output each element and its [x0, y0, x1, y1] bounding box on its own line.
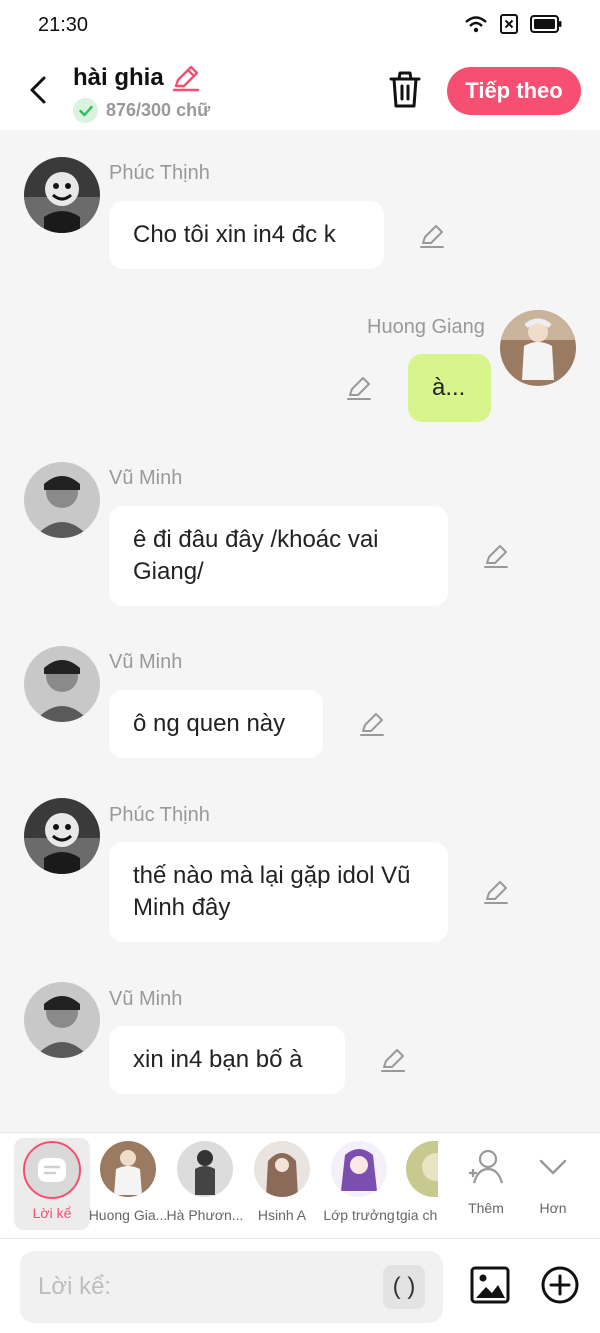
back-button[interactable]: [20, 70, 56, 110]
add-icon[interactable]: [540, 1265, 580, 1305]
edit-message-icon[interactable]: [346, 375, 372, 401]
image-icon[interactable]: [470, 1265, 510, 1305]
sender-name: Phúc Thịnh: [109, 804, 210, 826]
action-paren-button[interactable]: ( ): [383, 1265, 425, 1309]
message-bubble[interactable]: à...: [408, 354, 491, 422]
character-bar: Lời kể Huong Gia... Hà Phươn... Hsinh A …: [0, 1132, 600, 1238]
status-icons: [464, 14, 562, 34]
character-label: tgia ch: [396, 1207, 438, 1223]
wifi-icon: [465, 16, 487, 33]
avatar: [406, 1141, 438, 1197]
sender-name: Phúc Thịnh: [109, 162, 210, 184]
message-bubble[interactable]: ê đi đâu đây /khoác vai Giang/: [109, 506, 448, 606]
sender-name: Vũ Minh: [109, 467, 183, 489]
message-bubble[interactable]: thế nào mà lại gặp idol Vũ Minh đây: [109, 842, 448, 942]
status-time: 21:30: [38, 14, 89, 36]
narrator-icon: [23, 1141, 81, 1199]
edit-title-icon[interactable]: [172, 64, 200, 92]
avatar-phuc-thinh[interactable]: [24, 798, 100, 874]
edit-message-icon[interactable]: [483, 543, 509, 569]
chat-area: Phúc Thịnh Cho tôi xin in4 đc k Huong Gi…: [0, 130, 600, 1132]
next-button[interactable]: Tiếp theo: [447, 67, 581, 115]
message-input-wrap: ( ): [20, 1251, 443, 1323]
story-title[interactable]: hài ghia: [73, 64, 164, 92]
counter-text: 876/300 chữ: [106, 100, 211, 120]
add-person-icon: [469, 1149, 504, 1184]
edit-message-icon[interactable]: [380, 1047, 406, 1073]
avatar: [331, 1141, 387, 1197]
chevron-down-icon: [539, 1159, 567, 1175]
character-label: Hà Phươn...: [166, 1207, 244, 1223]
avatar: [100, 1141, 156, 1197]
avatar-huong-giang[interactable]: [500, 310, 576, 386]
story-header: hài ghia 876/300 chữ Tiếp theo: [0, 52, 600, 130]
chevron-left-icon: [30, 76, 46, 104]
edit-message-icon[interactable]: [419, 223, 445, 249]
check-icon: [73, 98, 98, 123]
sender-name: Vũ Minh: [109, 651, 183, 673]
input-bar: ( ): [0, 1238, 600, 1333]
word-counter: 876/300 chữ: [73, 98, 210, 123]
message-bubble[interactable]: Cho tôi xin in4 đc k: [109, 201, 384, 269]
character-narrator[interactable]: Lời kể: [14, 1138, 90, 1230]
character-item[interactable]: Lớp trưởng: [319, 1141, 399, 1223]
character-label: Lời kể: [32, 1205, 72, 1221]
message-bubble[interactable]: xin in4 bạn bố à: [109, 1026, 345, 1094]
avatar-vu-minh[interactable]: [24, 646, 100, 722]
sender-name: Huong Giang: [367, 316, 485, 338]
status-bar: 21:30: [0, 0, 600, 52]
edit-message-icon[interactable]: [359, 711, 385, 737]
avatar-vu-minh[interactable]: [24, 462, 100, 538]
message-input[interactable]: [38, 1251, 378, 1323]
more-label: Hơn: [539, 1200, 567, 1216]
character-item[interactable]: Hà Phươn...: [165, 1141, 245, 1223]
avatar-phuc-thinh[interactable]: [24, 157, 100, 233]
character-label: Huong Gia...: [88, 1207, 168, 1223]
no-sim-icon: [500, 14, 518, 34]
avatar: [177, 1141, 233, 1197]
character-label: Lớp trưởng: [323, 1207, 395, 1223]
edit-message-icon[interactable]: [483, 879, 509, 905]
avatar: [254, 1141, 310, 1197]
character-item[interactable]: Hsinh A: [242, 1141, 322, 1223]
sender-name: Vũ Minh: [109, 988, 183, 1010]
more-button[interactable]: Hơn: [513, 1141, 593, 1216]
character-label: Hsinh A: [257, 1207, 307, 1223]
character-item[interactable]: Huong Gia...: [88, 1141, 168, 1223]
battery-icon: [530, 15, 562, 33]
trash-icon[interactable]: [386, 70, 424, 110]
avatar-vu-minh[interactable]: [24, 982, 100, 1058]
character-item[interactable]: tgia ch: [396, 1141, 438, 1223]
message-bubble[interactable]: ô ng quen này: [109, 690, 323, 758]
